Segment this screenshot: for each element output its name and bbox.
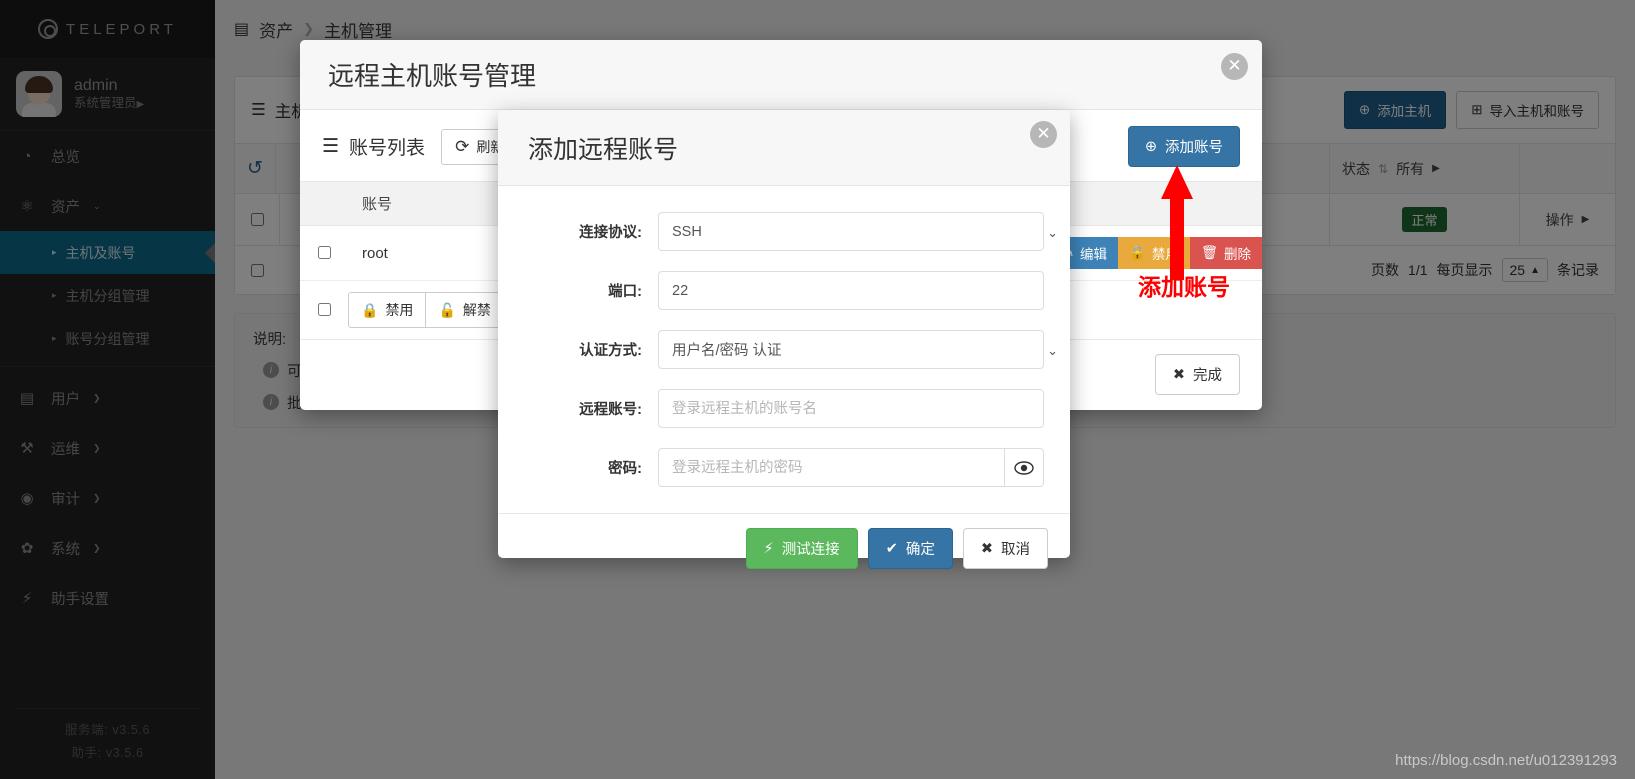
field-remote-account: 远程账号: [498,389,1070,428]
add-account-button[interactable]: ⊕ 添加账号 [1127,126,1240,167]
field-label: 认证方式: [579,343,642,359]
cancel-button[interactable]: ✖ 取消 [962,528,1048,569]
disable-account-button[interactable]: 🔒 禁用 [1118,237,1190,269]
chevron-down-icon: ⌄ [1047,225,1058,240]
remote-account-input[interactable] [658,389,1044,428]
x-icon: ✖ [1172,366,1185,383]
eye-icon[interactable] [1004,448,1044,487]
lock-closed-icon: 🔒 [361,301,379,318]
inner-modal-header: 添加远程账号 ✕ [498,110,1070,186]
field-label: 密码: [608,461,642,477]
field-protocol: 连接协议: ⌄ [498,212,1070,251]
select-all-header [300,181,348,226]
bulk-select-checkbox[interactable] [318,303,331,316]
field-auth-method: 认证方式: ⌄ [498,330,1070,369]
list-icon: ☰ [322,136,340,157]
x-icon: ✖ [980,540,993,557]
field-port: 端口: [498,271,1070,310]
test-connection-button[interactable]: ⚡ 测试连接 [745,528,858,569]
field-label: 端口: [608,284,642,300]
delete-account-button[interactable]: 🗑 删除 [1189,237,1262,269]
confirm-button[interactable]: ✔ 确定 [867,528,953,569]
password-input[interactable] [658,448,1005,487]
outer-modal-header: 远程主机账号管理 ✕ [300,40,1262,110]
close-icon[interactable]: ✕ [1221,53,1248,80]
field-label: 远程账号: [579,402,642,418]
row-checkbox[interactable] [318,246,331,259]
add-remote-account-dialog: 添加远程账号 ✕ 连接协议: ⌄ 端口: 认证方式: ⌄ 远程账号: [498,110,1070,569]
plus-circle-icon: ⊕ [1144,138,1157,155]
auth-method-select[interactable] [658,330,1044,369]
trash-icon: 🗑 [1200,245,1218,260]
lock-open-icon: 🔓 [438,301,456,318]
row-checkbox-cell[interactable] [300,225,348,281]
annotation-label: 添加账号 [1138,274,1230,300]
refresh-icon: ⟳ [455,136,470,156]
chevron-down-icon: ⌄ [1047,343,1058,358]
lock-icon: 🔒 [1129,245,1146,260]
watermark: https://blog.csdn.net/u012391293 [1395,752,1617,769]
inner-modal-footer: ⚡ 测试连接 ✔ 确定 ✖ 取消 [498,513,1070,583]
bolt-icon: ⚡ [763,540,774,557]
bulk-disable-button[interactable]: 🔒 禁用 [348,292,427,328]
outer-modal-title: 远程主机账号管理 [328,61,537,91]
check-icon: ✔ [885,540,898,557]
bulk-checkbox-cell[interactable] [300,281,348,340]
field-label: 连接协议: [579,225,642,241]
done-button[interactable]: ✖ 完成 [1154,354,1240,395]
account-list-title: ☰ 账号列表 [322,136,426,159]
protocol-select[interactable] [658,212,1044,251]
bulk-enable-button[interactable]: 🔓 解禁 [426,292,504,328]
port-input[interactable] [658,271,1044,310]
close-icon[interactable]: ✕ [1030,121,1057,148]
inner-modal-body: 连接协议: ⌄ 端口: 认证方式: ⌄ 远程账号: [498,186,1070,513]
inner-modal-title: 添加远程账号 [528,135,679,164]
field-password: 密码: [498,448,1070,487]
